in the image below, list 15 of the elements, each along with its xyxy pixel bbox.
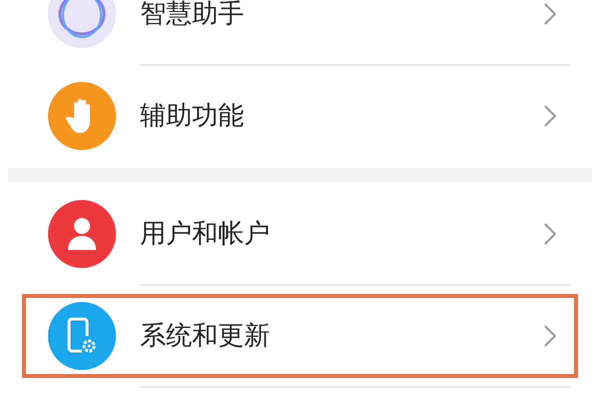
chevron-right-icon [544, 3, 556, 25]
settings-item[interactable]: 系统和更新 [22, 294, 578, 378]
item-label: 系统和更新 [140, 320, 271, 352]
chevron-right-icon [544, 223, 556, 245]
settings-item[interactable]: 智慧助手 [22, 0, 578, 64]
person-icon [67, 217, 97, 251]
phone-gear-icon [66, 317, 98, 355]
chevron-right-icon [544, 105, 556, 127]
ring-icon [56, 0, 108, 40]
item-label: 智慧助手 [140, 0, 245, 30]
settings-item[interactable]: 辅助功能 [22, 66, 578, 166]
settings-item[interactable]: 用户和帐户 [22, 184, 578, 284]
item-label: 辅助功能 [140, 100, 245, 132]
item-label: 用户和帐户 [140, 218, 271, 250]
chevron-right-icon [544, 325, 556, 347]
